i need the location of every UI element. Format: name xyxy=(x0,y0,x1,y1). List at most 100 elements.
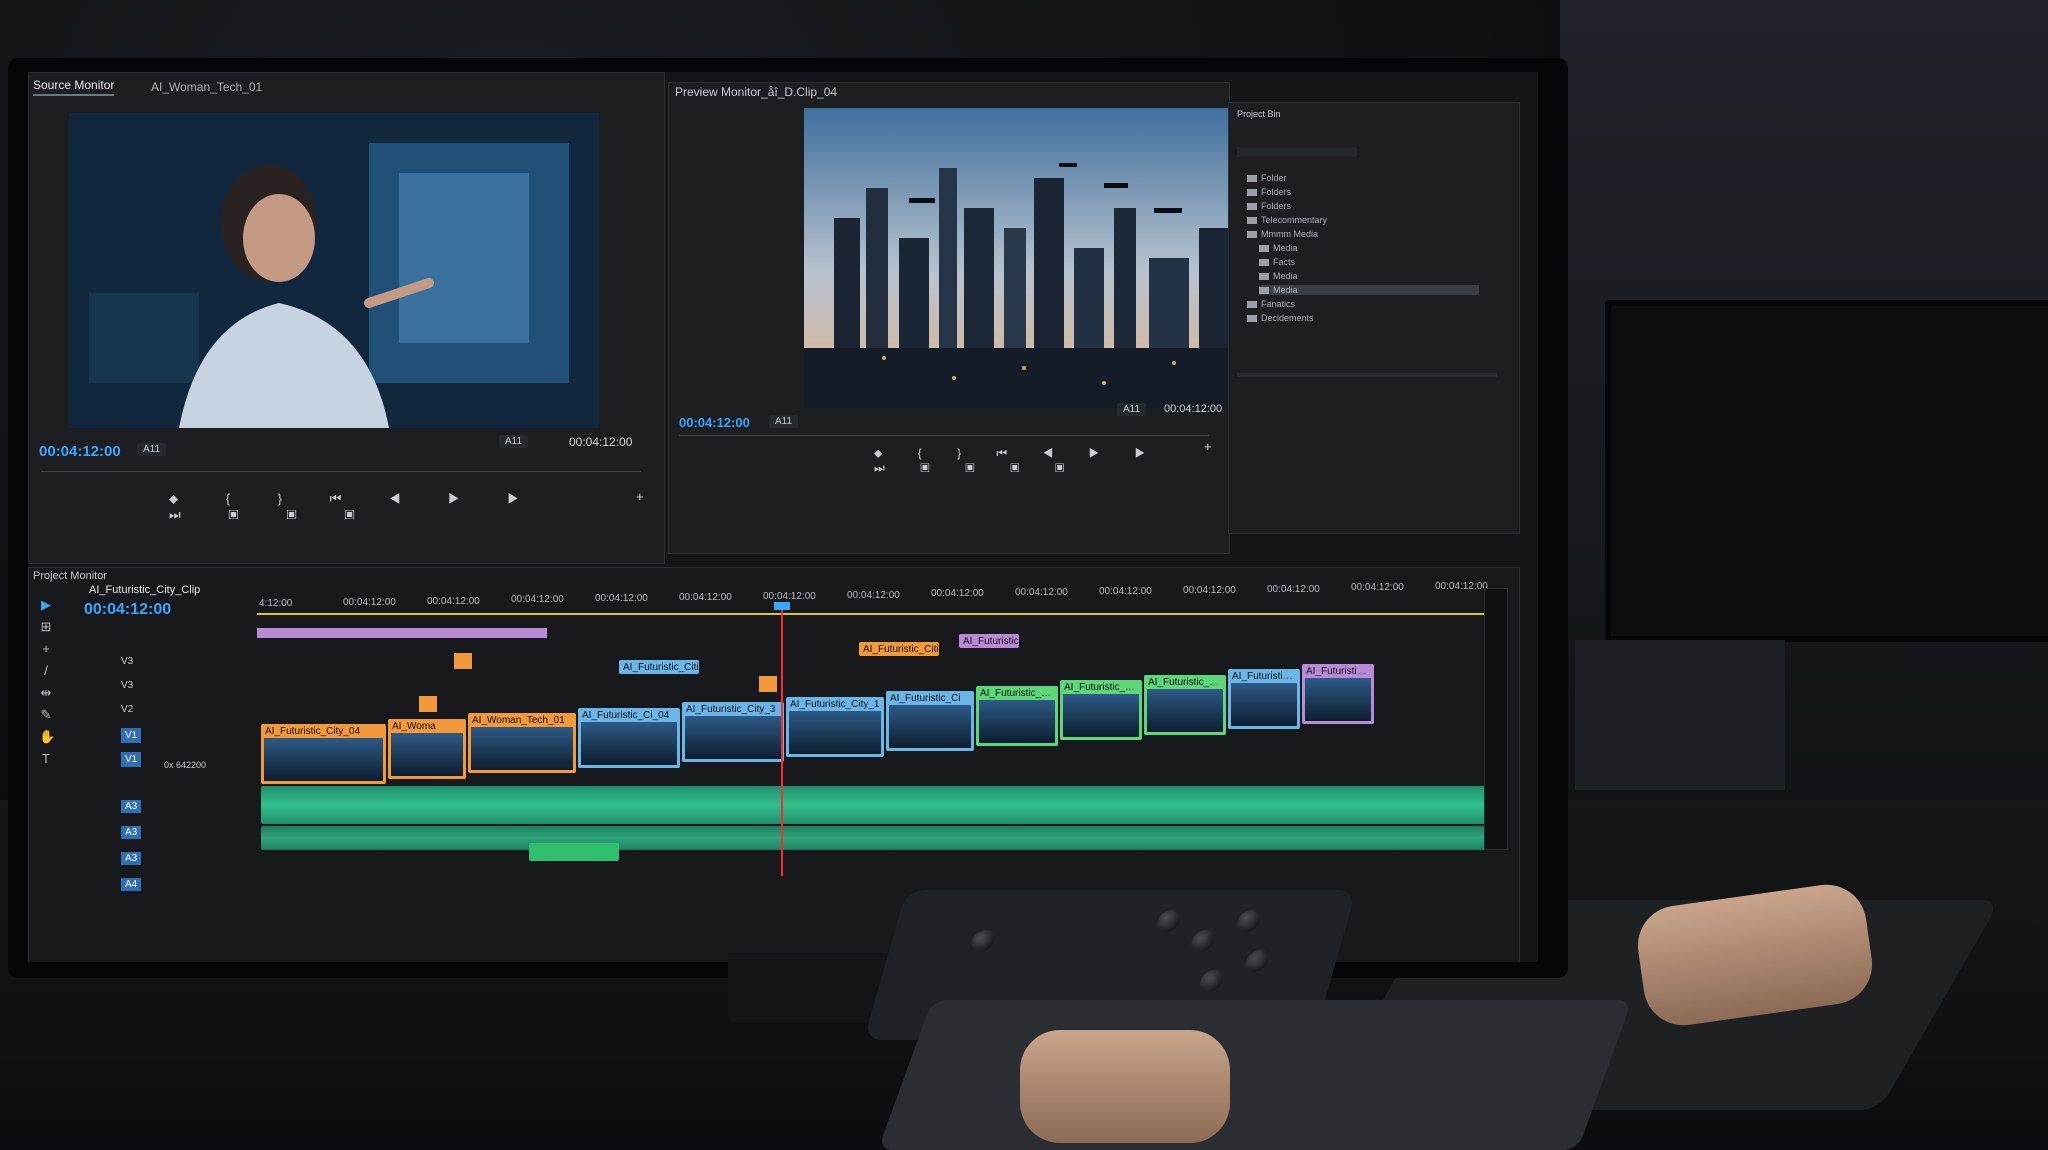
bin-item[interactable]: Facts xyxy=(1259,257,1295,267)
work-area-bar[interactable] xyxy=(257,613,1502,615)
v3-clip[interactable]: AI_Futuristic_Cities xyxy=(619,660,699,674)
video-track-header[interactable]: V1 xyxy=(121,728,142,743)
tab-source-clip[interactable]: AI_Woman_Tech_01 xyxy=(151,80,262,94)
v1-clip[interactable]: AI_Futuristic_City_04 xyxy=(261,724,386,784)
v1-clip[interactable]: AI_Futuristic_Clip xyxy=(1060,680,1142,740)
clip-thumbnail xyxy=(264,738,383,781)
clip-label: AI_Futuristic_Clip xyxy=(1148,676,1222,688)
knob-icon xyxy=(968,930,998,952)
folder-icon xyxy=(1247,175,1257,183)
playhead-handle[interactable] xyxy=(774,602,790,610)
audio-level-meter xyxy=(1484,588,1508,850)
project-bin-footer xyxy=(1237,373,1497,377)
audio-track-header[interactable]: A3 xyxy=(121,826,142,839)
bin-item[interactable]: Mmmm Media xyxy=(1247,229,1318,239)
ruler-tick-label: 00:04:12:00 xyxy=(1267,583,1320,595)
preview-fit-dropdown[interactable]: A11 xyxy=(769,415,799,428)
v1-meta: 0x 642200 xyxy=(164,760,207,770)
clip-label: AI_Futuristic_Ci xyxy=(890,693,961,704)
source-fit-dropdown-right[interactable]: A11 xyxy=(499,435,529,448)
tab-source-monitor[interactable]: Source Monitor xyxy=(33,78,115,96)
audio-clip-a2[interactable] xyxy=(261,826,1501,850)
v1-clip[interactable]: AI_Futuristic_City_3 xyxy=(682,702,784,762)
v3-clip[interactable]: AI_Futuristic_Cities xyxy=(859,642,939,656)
v3-clip[interactable]: AI_Futuristic_AI xyxy=(959,634,1019,648)
source-video-image xyxy=(69,113,599,428)
folder-icon xyxy=(1247,189,1257,197)
v1-clip[interactable]: AI_Futuristic_Ci xyxy=(886,691,974,751)
clip-label: AI_Futuristic_Clip xyxy=(1064,682,1138,693)
project-bin-title[interactable]: Project Bin xyxy=(1237,109,1281,119)
bin-item[interactable]: Media xyxy=(1259,285,1479,295)
project-bin-search[interactable] xyxy=(1237,147,1357,157)
second-monitor xyxy=(1605,300,2048,642)
video-track-header[interactable]: V3 xyxy=(121,656,133,667)
bin-item[interactable]: Folders xyxy=(1247,187,1291,197)
clip-label: AI_Futuristic_City_3 xyxy=(686,704,776,715)
timeline-timecode[interactable]: 00:04:12:00 xyxy=(84,601,171,619)
transition-marker[interactable] xyxy=(419,696,437,712)
bin-item[interactable]: Decidements xyxy=(1247,313,1314,323)
preview-transport-controls[interactable]: ⬥ { } ⏮ ◀ ▶ ▶ ⏭ ▣ ▣ ▣ ▣ xyxy=(874,446,1204,475)
audio-clip-a1[interactable] xyxy=(261,786,1501,824)
v1-clip[interactable]: AI_Woman_Tech_01 xyxy=(468,713,576,773)
bin-item[interactable]: Fanatics xyxy=(1247,299,1295,309)
pen-icon[interactable]: ✎ xyxy=(39,708,53,722)
audio-clip-a3[interactable] xyxy=(529,843,619,861)
source-transport-controls[interactable]: ⬥ { } ⏮ ◀ ▶ ▶ ⏭ ▣ ▣ ▣ xyxy=(169,491,549,522)
bin-item-label: Telecommentary xyxy=(1261,215,1328,225)
bin-item[interactable]: Folders xyxy=(1247,201,1291,211)
video-track-header[interactable]: V2 xyxy=(121,704,133,715)
v1-clip[interactable]: AI_Futuristic_Ci_04 xyxy=(578,707,680,768)
preview-scrub-bar[interactable] xyxy=(679,435,1209,436)
bin-item[interactable]: Media xyxy=(1259,271,1298,281)
transition-marker[interactable] xyxy=(454,653,472,669)
source-timecode[interactable]: 00:04:12:00 xyxy=(39,443,121,460)
v1-clip[interactable]: AI_Futuristic_City_1 xyxy=(786,696,884,757)
v1-clip[interactable]: AI_Futuristic_Clip xyxy=(1302,663,1374,724)
preview-timecode[interactable]: 00:04:12:00 xyxy=(679,415,750,430)
hand-icon[interactable]: ✋ xyxy=(39,730,55,744)
video-track-header[interactable]: V3 xyxy=(121,680,133,691)
knob-icon xyxy=(1188,930,1218,952)
clip-thumbnail xyxy=(581,721,677,765)
playhead[interactable] xyxy=(781,606,783,876)
v1-clip[interactable]: AI_Woma xyxy=(388,718,466,779)
preview-add-button[interactable]: + xyxy=(1204,439,1212,454)
ripple-edit-icon[interactable]: + xyxy=(39,642,53,656)
clip-label: AI_Futuristic_Cities xyxy=(863,644,939,655)
ruler-tick-label: 00:04:12:00 xyxy=(511,594,564,606)
slip-icon[interactable]: ⇹ xyxy=(39,686,53,700)
bin-item[interactable]: Media xyxy=(1259,243,1298,253)
preview-fit-dropdown-right[interactable]: A11 xyxy=(1117,403,1147,416)
transition-marker[interactable] xyxy=(759,676,777,692)
selection-tool-icon[interactable]: ▶ xyxy=(39,598,53,612)
project-bin-panel: Project Bin Folder Folders Folders Telecomm… xyxy=(1228,102,1520,534)
audio-track-header[interactable]: A3 xyxy=(121,800,142,813)
source-fit-dropdown[interactable]: A11 xyxy=(137,443,167,456)
folder-icon xyxy=(1247,231,1257,239)
left-hand xyxy=(1020,1030,1230,1143)
v1-clip[interactable]: AI_Futuristic_Clip xyxy=(976,685,1058,746)
sequence-tab[interactable]: AI_Futuristic_City_Clip xyxy=(89,584,200,596)
audio-track-header[interactable]: A3 xyxy=(121,852,142,865)
track-select-icon[interactable]: ⊞ xyxy=(39,620,53,634)
audio-track-header[interactable]: A4 xyxy=(121,878,142,891)
type-icon[interactable]: T xyxy=(39,752,53,766)
clip-thumbnail xyxy=(1231,683,1297,726)
preview-title[interactable]: Preview Monitor_åî_D.Clip_04 xyxy=(675,85,837,99)
bin-item[interactable]: Telecommentary xyxy=(1247,215,1327,225)
ruler-tick-label: 00:04:12:00 xyxy=(763,590,816,602)
folder-icon xyxy=(1247,315,1257,323)
source-scrub-bar[interactable] xyxy=(41,471,641,472)
razor-icon[interactable]: / xyxy=(39,664,53,678)
clip-thumbnail xyxy=(1063,694,1139,737)
v1-clip[interactable]: AI_Futuristic_Clip xyxy=(1228,669,1300,729)
bin-item-label: Media xyxy=(1273,285,1298,295)
v1-clip[interactable]: AI_Futuristic_Clip xyxy=(1144,674,1226,735)
bin-item[interactable]: Folder xyxy=(1247,173,1287,183)
video-track-header[interactable]: V1 xyxy=(121,752,142,767)
preview-video-frame xyxy=(804,108,1254,408)
source-add-button[interactable]: + xyxy=(636,489,644,504)
monitor: Source Monitor AI_Woman_Tech_01 00:04:12… xyxy=(8,58,1568,1023)
